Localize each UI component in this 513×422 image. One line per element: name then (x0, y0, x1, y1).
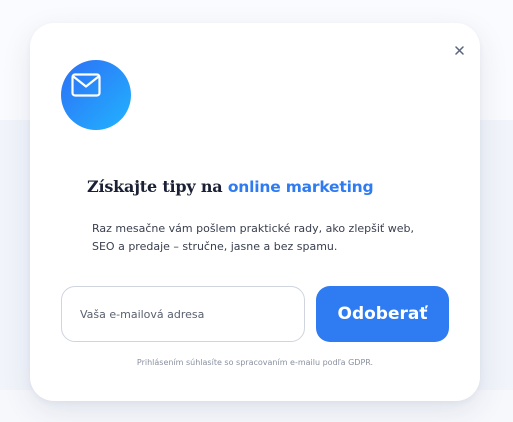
gdpr-consent-text: Prihlásením súhlasíte so spracovaním e-m… (136, 358, 374, 367)
close-button[interactable] (451, 42, 467, 58)
email-input[interactable] (61, 286, 305, 342)
description-line-2: SEO a predaje – stručne, jasne a bez spa… (92, 240, 338, 253)
subscribe-button[interactable]: Odoberať (316, 286, 449, 342)
modal-description: Raz mesačne vám pošlem praktické rady, a… (92, 220, 422, 256)
mail-icon-badge (61, 60, 131, 130)
close-icon (454, 45, 464, 55)
title-prefix: Získajte tipy na (87, 177, 228, 196)
title-accent: online marketing (227, 178, 374, 196)
description-line-1: Raz mesačne vám pošlem praktické rady, a… (92, 222, 414, 235)
mail-icon (71, 73, 101, 97)
modal-title: Získajte tipy na online marketing (87, 177, 374, 196)
newsletter-modal: Získajte tipy na online marketing Raz me… (30, 23, 480, 401)
